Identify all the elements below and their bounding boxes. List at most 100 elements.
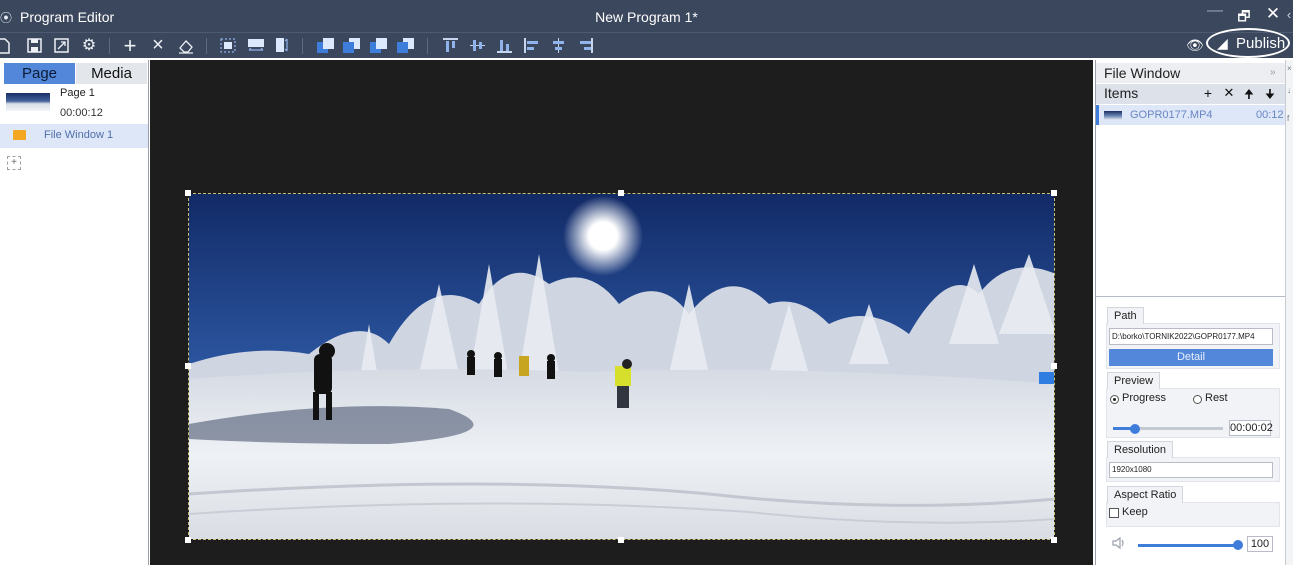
region-label: File Window 1 xyxy=(44,129,114,141)
clear-format-icon[interactable] xyxy=(177,36,195,55)
resize-handle-bottom[interactable] xyxy=(618,537,624,543)
new-file-icon[interactable] xyxy=(0,36,12,55)
resolution-field[interactable]: 1920x1080 xyxy=(1109,462,1273,478)
properties-panel: File Window » Items + ✕ 🠉 🠋 GOPR0177.MP4… xyxy=(1095,60,1286,565)
tab-page[interactable]: Page xyxy=(4,63,75,84)
title-bar: ⦿ Program Editor New Program 1* — 🗗 ✕ ‹ xyxy=(0,0,1293,32)
resize-handle-bottom-left[interactable] xyxy=(185,537,191,543)
progress-radio[interactable] xyxy=(1110,395,1119,404)
fill-height-icon[interactable] xyxy=(274,36,292,55)
panel-divider xyxy=(1096,296,1286,297)
minimize-button[interactable]: — xyxy=(1204,2,1226,20)
editor-canvas[interactable] xyxy=(150,60,1093,565)
page-duration: 00:00:12 xyxy=(60,107,103,119)
resolution-tab: Resolution xyxy=(1107,441,1173,458)
preview-tab: Preview xyxy=(1107,372,1161,389)
paper-plane-icon: ◢ xyxy=(1217,35,1228,51)
keep-checkbox[interactable] xyxy=(1109,508,1119,518)
delete-item-icon[interactable]: ✕ xyxy=(1222,85,1236,101)
items-label: Items xyxy=(1104,85,1139,101)
rest-label: Rest xyxy=(1205,392,1228,404)
preview-slider-knob[interactable] xyxy=(1130,424,1140,434)
toolbar-separator xyxy=(206,38,207,54)
dock-mark[interactable]: ↓ xyxy=(1287,86,1291,95)
video-preview-frame[interactable] xyxy=(188,193,1055,540)
move-down-icon[interactable]: 🠋 xyxy=(1263,85,1277,106)
path-field[interactable]: D:\borko\TORNIK2022\GOPR0177.MP4 xyxy=(1109,328,1273,345)
dock-mark[interactable]: f xyxy=(1287,114,1289,123)
delete-icon[interactable]: × xyxy=(149,35,167,55)
publish-label: Publish xyxy=(1236,35,1286,52)
send-to-back-icon[interactable] xyxy=(343,38,360,53)
preview-time-field[interactable]: 00:00:02 xyxy=(1229,420,1273,436)
align-left-icon[interactable] xyxy=(524,38,539,53)
ski-slope-video-image xyxy=(189,194,1054,539)
save-icon[interactable] xyxy=(25,36,43,55)
settings-gear-icon[interactable]: ⚙ xyxy=(80,36,98,55)
fit-window-icon[interactable] xyxy=(219,36,237,55)
preview-eye-icon[interactable]: 👁 xyxy=(1186,37,1204,54)
send-backward-icon[interactable] xyxy=(397,38,414,53)
path-tab: Path xyxy=(1107,307,1144,324)
expand-icon[interactable]: » xyxy=(1270,67,1276,78)
toolbar-separator xyxy=(109,38,110,54)
items-bar: Items + ✕ 🠉 🠋 xyxy=(1096,84,1286,104)
region-item-file-window[interactable]: File Window 1 xyxy=(0,124,148,148)
align-top-icon[interactable] xyxy=(443,38,458,53)
panel-header: File Window » xyxy=(1096,63,1286,83)
page-thumbnail[interactable] xyxy=(6,93,50,111)
page-panel: Page Media Page 1 00:00:12 File Window 1… xyxy=(0,60,149,565)
aspect-ratio-tab: Aspect Ratio xyxy=(1107,486,1184,503)
volume-slider-fill xyxy=(1138,544,1238,547)
volume-slider-knob[interactable] xyxy=(1233,540,1243,550)
page-name[interactable]: Page 1 xyxy=(60,87,95,99)
align-bottom-icon[interactable] xyxy=(497,38,512,53)
fill-width-icon[interactable] xyxy=(247,36,265,55)
video-thumbnail-icon xyxy=(1104,111,1122,120)
progress-label: Progress xyxy=(1122,392,1167,404)
resize-handle-top-left[interactable] xyxy=(185,190,191,196)
resize-handle-bottom-right[interactable] xyxy=(1051,537,1057,543)
aspect-ratio-group: Aspect Ratio Keep xyxy=(1106,486,1280,527)
dock-mark[interactable]: × xyxy=(1287,64,1292,73)
add-region-button[interactable]: + xyxy=(7,156,21,170)
tab-media[interactable]: Media xyxy=(76,63,147,84)
preview-group: Preview Progress Rest 00:00:02 xyxy=(1106,372,1280,438)
add-item-icon[interactable]: + xyxy=(1201,85,1215,101)
bring-to-front-icon[interactable] xyxy=(317,38,334,53)
move-up-icon[interactable]: 🠉 xyxy=(1242,85,1256,106)
list-item[interactable]: GOPR0177.MP4 00:12 xyxy=(1096,105,1286,125)
rest-radio[interactable] xyxy=(1193,395,1202,404)
panel-tabs: Page Media xyxy=(4,63,147,84)
volume-value-field[interactable]: 100 xyxy=(1247,536,1273,552)
app-logo-icon: ⦿ xyxy=(0,11,13,25)
restore-button[interactable]: 🗗 xyxy=(1233,6,1255,30)
align-middle-icon[interactable] xyxy=(470,38,485,53)
program-editor-window: ⦿ Program Editor New Program 1* — 🗗 ✕ ‹ … xyxy=(0,0,1293,565)
align-right-icon[interactable] xyxy=(578,38,593,53)
add-icon[interactable]: + xyxy=(121,35,139,57)
resize-handle-left[interactable] xyxy=(185,363,191,369)
toolbar-separator xyxy=(427,38,428,54)
app-title: Program Editor xyxy=(20,9,115,25)
document-title: New Program 1* xyxy=(595,9,698,25)
bring-forward-icon[interactable] xyxy=(370,38,387,53)
panel-title: File Window xyxy=(1104,65,1181,81)
toolbar-separator xyxy=(302,38,303,54)
resize-handle-right[interactable] xyxy=(1051,363,1057,369)
resolution-group: Resolution 1920x1080 xyxy=(1106,441,1280,482)
toolbar: ⚙ + × 👁 xyxy=(0,32,1293,58)
folder-icon xyxy=(13,130,26,140)
resize-icon[interactable] xyxy=(52,36,70,55)
resize-handle-top[interactable] xyxy=(618,190,624,196)
close-button[interactable]: ✕ xyxy=(1262,4,1284,24)
resize-handle-top-right[interactable] xyxy=(1051,190,1057,196)
item-name: GOPR0177.MP4 xyxy=(1130,109,1213,121)
detail-button[interactable]: Detail xyxy=(1109,349,1273,366)
publish-button[interactable]: ◢ Publish xyxy=(1206,28,1290,58)
panel-collapse-icon[interactable]: ‹ xyxy=(1284,7,1293,22)
align-center-icon[interactable] xyxy=(551,38,566,53)
path-group: Path D:\borko\TORNIK2022\GOPR0177.MP4 De… xyxy=(1106,307,1280,369)
volume-speaker-icon[interactable] xyxy=(1111,535,1127,551)
side-dock-strip: × ↓ f xyxy=(1285,60,1293,565)
